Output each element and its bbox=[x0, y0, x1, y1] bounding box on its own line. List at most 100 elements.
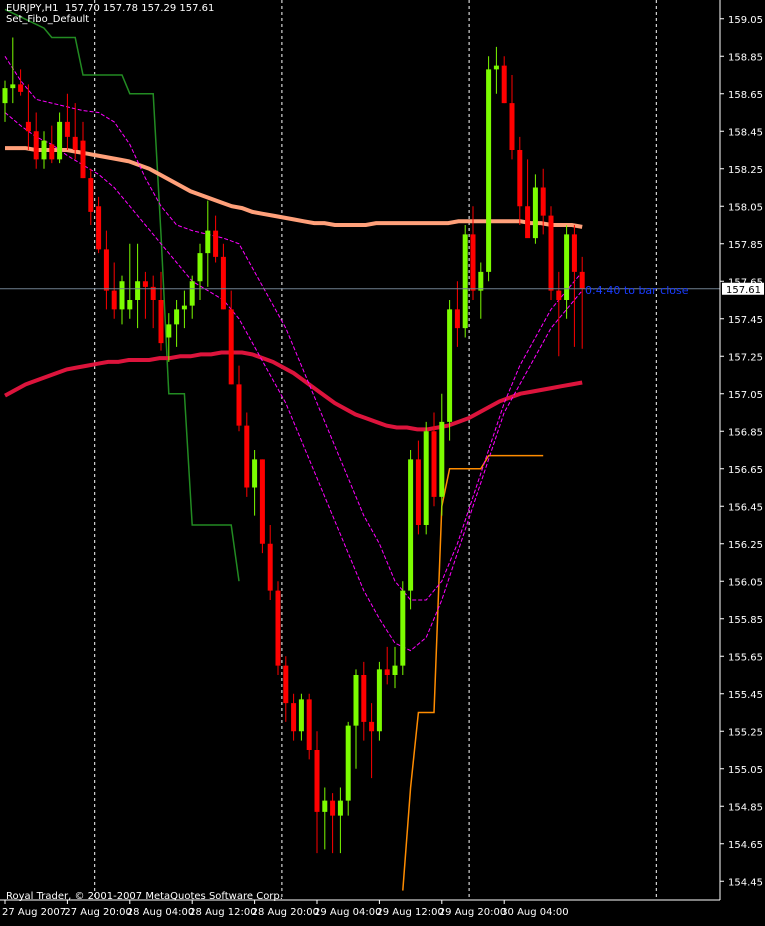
candle-body bbox=[41, 140, 47, 160]
candle bbox=[2, 80, 8, 122]
envelope-upper bbox=[4, 56, 583, 601]
candle bbox=[189, 275, 195, 319]
candles bbox=[2, 37, 585, 854]
session-separators bbox=[94, 0, 657, 900]
candle-body bbox=[252, 459, 258, 488]
price-tick-label: 157.65 bbox=[728, 277, 763, 288]
time-tick-label: 28 Aug 12:00 bbox=[189, 907, 256, 918]
time-tick-label: 30 Aug 04:00 bbox=[501, 907, 568, 918]
candle bbox=[337, 787, 343, 854]
candle-body bbox=[454, 309, 460, 329]
chart-svg: 157.61 159.05158.85158.65158.45158.25158… bbox=[0, 0, 764, 918]
price-tick-label: 155.85 bbox=[728, 615, 763, 626]
candle-body bbox=[49, 144, 55, 160]
candle-body bbox=[119, 281, 125, 310]
candle-body bbox=[330, 800, 336, 816]
candle-body bbox=[189, 281, 195, 306]
candle-body bbox=[267, 543, 273, 591]
candle bbox=[197, 243, 203, 300]
candle-body bbox=[103, 249, 109, 291]
candle-body bbox=[236, 384, 242, 426]
candle bbox=[415, 440, 421, 535]
candle-body bbox=[493, 65, 499, 70]
candle bbox=[400, 581, 406, 675]
price-tick-label: 156.45 bbox=[728, 502, 763, 513]
candle bbox=[205, 200, 211, 287]
candle bbox=[447, 300, 453, 441]
candle bbox=[10, 37, 16, 104]
candle bbox=[25, 84, 31, 150]
candle-body bbox=[33, 131, 39, 160]
price-tick-label: 158.85 bbox=[728, 52, 763, 63]
time-tick-label: 27 Aug 20:00 bbox=[64, 907, 131, 918]
candle-body bbox=[462, 234, 468, 329]
price-tick-label: 159.05 bbox=[728, 15, 763, 26]
candle-body bbox=[337, 800, 343, 816]
candle bbox=[283, 656, 289, 722]
candle bbox=[88, 168, 94, 225]
price-tick-label: 158.65 bbox=[728, 90, 763, 101]
candle bbox=[509, 75, 515, 160]
candle bbox=[244, 412, 250, 497]
candle-body bbox=[197, 253, 203, 282]
candle-body bbox=[72, 136, 78, 150]
candle-body bbox=[244, 425, 250, 488]
candle bbox=[64, 93, 70, 150]
candle-body bbox=[517, 150, 523, 207]
candle bbox=[220, 243, 226, 310]
candle bbox=[548, 206, 554, 300]
candle-body bbox=[447, 309, 453, 422]
candle bbox=[291, 693, 297, 741]
candle-body bbox=[298, 699, 304, 732]
chart-area[interactable]: 157.61 159.05 158.85 158.65 158.45 158.25 158… bbox=[0, 0, 765, 922]
candle bbox=[462, 225, 468, 338]
price-tick-label: 154.45 bbox=[728, 877, 763, 888]
candle-body bbox=[415, 459, 421, 525]
price-tick-label: 158.45 bbox=[728, 127, 763, 138]
candle-body bbox=[384, 669, 390, 675]
price-tick-label: 156.05 bbox=[728, 577, 763, 588]
candle bbox=[96, 196, 102, 254]
candle bbox=[517, 136, 523, 225]
price-tick-label: 155.05 bbox=[728, 765, 763, 776]
bar-close-timer: 0:4:40 to bar close bbox=[585, 284, 689, 297]
candle bbox=[408, 450, 414, 610]
time-tick-label: 29 Aug 12:00 bbox=[376, 907, 443, 918]
candle-body bbox=[361, 675, 367, 722]
candle bbox=[564, 225, 570, 319]
candle-body bbox=[2, 88, 8, 104]
candle-body bbox=[532, 187, 538, 239]
axes: 159.05158.85158.65158.45158.25158.05157.… bbox=[0, 0, 763, 918]
candle bbox=[392, 646, 398, 689]
price-tick-label: 154.65 bbox=[728, 840, 763, 851]
candle bbox=[353, 669, 359, 769]
candle bbox=[259, 459, 265, 554]
candle-body bbox=[291, 703, 297, 732]
candle-body bbox=[213, 230, 219, 257]
candle-body bbox=[64, 121, 70, 137]
stop-lines bbox=[4, 8, 544, 891]
candle-body bbox=[525, 206, 531, 239]
candle bbox=[501, 56, 507, 104]
candle-body bbox=[127, 300, 133, 310]
candle-body bbox=[142, 281, 148, 287]
candle-body bbox=[353, 675, 359, 726]
price-tick-label: 157.25 bbox=[728, 352, 763, 363]
candle bbox=[236, 365, 242, 432]
candle-body bbox=[306, 699, 312, 750]
price-tick-label: 155.25 bbox=[728, 727, 763, 738]
candle-body bbox=[228, 309, 234, 385]
candle-body bbox=[57, 121, 63, 160]
candle bbox=[33, 112, 39, 169]
candle-body bbox=[400, 590, 406, 666]
candle-body bbox=[88, 178, 94, 212]
candle-body bbox=[158, 300, 164, 344]
candle bbox=[384, 646, 390, 685]
candle bbox=[369, 703, 375, 779]
candle bbox=[493, 46, 499, 94]
candle-body bbox=[205, 230, 211, 254]
candle bbox=[275, 581, 281, 675]
candle-body bbox=[431, 431, 437, 497]
candle-body bbox=[548, 215, 554, 291]
candle bbox=[103, 230, 109, 310]
